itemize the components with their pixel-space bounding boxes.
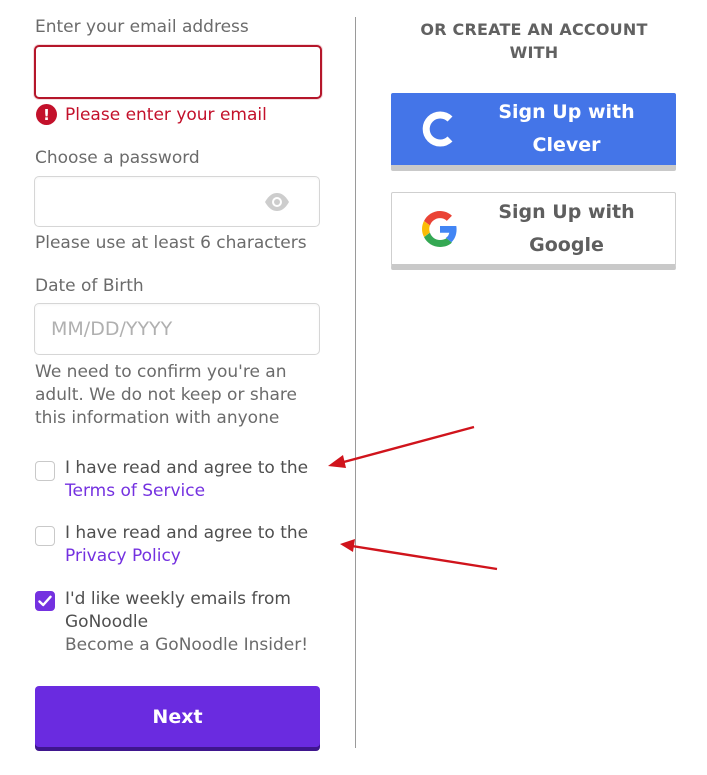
annotation-arrows <box>328 425 498 571</box>
arrow-to-privacy <box>340 539 498 571</box>
arrow-to-terms <box>328 425 475 468</box>
